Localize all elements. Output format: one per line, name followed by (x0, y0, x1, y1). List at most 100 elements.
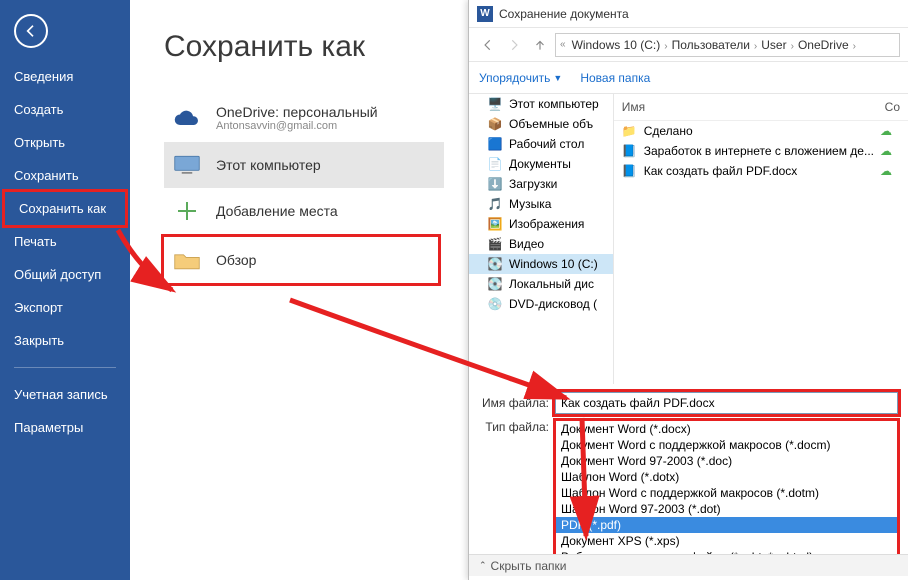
sidebar-footer-0[interactable]: Учетная запись (0, 378, 130, 411)
tree-label: DVD-дисковод ( (509, 297, 597, 311)
save-dialog: W Сохранение документа « Windows 10 (C:)… (468, 0, 908, 580)
tree-label: Объемные объ (509, 117, 593, 131)
tree-label: Музыка (509, 197, 551, 211)
location-folder[interactable]: Обзор (161, 234, 441, 286)
file-name: Сделано (644, 124, 874, 138)
location-label: Этот компьютер (216, 157, 321, 173)
nav-back-button[interactable] (477, 34, 499, 56)
tree-item[interactable]: 💿 DVD-дисковод ( (469, 294, 613, 314)
pc-icon (172, 152, 202, 178)
location-plus[interactable]: Добавление места (164, 188, 444, 234)
tree-label: Видео (509, 237, 544, 251)
filetype-option[interactable]: Документ Word (*.docx) (556, 421, 897, 437)
cloud-icon (172, 105, 202, 131)
tree-item[interactable]: 🟦 Рабочий стол (469, 134, 613, 154)
tree-item[interactable]: 🖼️ Изображения (469, 214, 613, 234)
hide-folders-button[interactable]: ⌃ Скрыть папки (479, 559, 566, 573)
filetype-option[interactable]: Документ Word 97-2003 (*.doc) (556, 453, 897, 469)
back-button[interactable] (14, 14, 48, 48)
file-row[interactable]: 📁Сделано☁ (614, 121, 908, 141)
breadcrumb-seg[interactable]: Windows 10 (C:) (568, 38, 665, 52)
dialog-bottom-bar: ⌃ Скрыть папки (469, 554, 908, 576)
3d-icon: 📦 (487, 117, 503, 131)
location-pc[interactable]: Этот компьютер (164, 142, 444, 188)
sidebar-item-4[interactable]: Сохранить как (2, 189, 128, 228)
tree-label: Загрузки (509, 177, 557, 191)
file-row[interactable]: 📘Заработок в интернете с вложением де...… (614, 141, 908, 161)
sidebar-item-3[interactable]: Сохранить (0, 159, 130, 192)
download-icon: ⬇️ (487, 177, 503, 191)
tree-item[interactable]: ⬇️ Загрузки (469, 174, 613, 194)
sync-icon: ☁ (880, 144, 900, 158)
tree-item[interactable]: 🎬Видео (469, 234, 613, 254)
location-cloud[interactable]: OneDrive: персональныйAntonsavvin@gmail.… (164, 94, 444, 142)
sidebar-item-0[interactable]: Сведения (0, 60, 130, 93)
sidebar-item-6[interactable]: Общий доступ (0, 258, 130, 291)
breadcrumb-seg[interactable]: Пользователи (668, 38, 754, 52)
breadcrumb-seg[interactable]: User (757, 38, 790, 52)
tree-label: Рабочий стол (509, 137, 584, 151)
file-row[interactable]: 📘Как создать файл PDF.docx☁ (614, 161, 908, 181)
folder-icon (172, 247, 202, 273)
sidebar-item-7[interactable]: Экспорт (0, 291, 130, 324)
sidebar-item-8[interactable]: Закрыть (0, 324, 130, 357)
word-icon: W (477, 6, 493, 22)
filetype-label: Тип файла: (479, 420, 549, 434)
nav-fwd-button[interactable] (503, 34, 525, 56)
dialog-title: Сохранение документа (499, 7, 629, 21)
dialog-navbar: « Windows 10 (C:)›Пользователи›User›OneD… (469, 28, 908, 62)
music-icon: 🎵 (487, 197, 503, 211)
pics-icon: 🖼️ (487, 217, 503, 231)
filetype-option[interactable]: PDF (*.pdf) (556, 517, 897, 533)
tree-item[interactable]: 🖥️Этот компьютер (469, 94, 613, 114)
sidebar-item-2[interactable]: Открыть (0, 126, 130, 159)
docs-icon: 📄 (487, 157, 503, 171)
desktop-icon: 🟦 (487, 137, 503, 151)
tree-label: Документы (509, 157, 571, 171)
sidebar-item-5[interactable]: Печать (0, 225, 130, 258)
tree-label: Windows 10 (C:) (509, 257, 598, 271)
dialog-titlebar: W Сохранение документа (469, 0, 908, 28)
dvd-icon: 💿 (487, 297, 503, 311)
file-list-header: Имя Со (614, 94, 908, 121)
location-sub: Antonsavvin@gmail.com (216, 120, 378, 132)
file-icon: 📘 (622, 164, 638, 178)
tree-item[interactable]: 📄 Документы (469, 154, 613, 174)
tree-label: Изображения (509, 217, 584, 231)
folder-tree[interactable]: 🖥️Этот компьютер 📦 Объемные объ 🟦 Рабочий ст… (469, 94, 614, 384)
plus-icon (172, 198, 202, 224)
newfolder-button[interactable]: Новая папка (580, 71, 650, 85)
file-list[interactable]: Имя Со 📁Сделано☁📘Заработок в интернете с… (614, 94, 908, 384)
dialog-toolbar: Упорядочить ▼ Новая папка (469, 62, 908, 94)
tree-label: Локальный дис (509, 277, 594, 291)
filetype-dropdown[interactable]: Документ Word (*.docx)Документ Word с по… (555, 420, 898, 566)
filetype-option[interactable]: Шаблон Word 97-2003 (*.dot) (556, 501, 897, 517)
location-label: OneDrive: персональный (216, 104, 378, 120)
tree-item[interactable]: 🎵 Музыка (469, 194, 613, 214)
page-title: Сохранить как (164, 30, 470, 64)
file-name: Как создать файл PDF.docx (644, 164, 874, 178)
organize-button[interactable]: Упорядочить ▼ (479, 71, 562, 85)
disk-icon: 💽 (487, 257, 503, 271)
sidebar-item-1[interactable]: Создать (0, 93, 130, 126)
breadcrumb-bar[interactable]: « Windows 10 (C:)›Пользователи›User›OneD… (555, 33, 900, 57)
location-label: Обзор (216, 252, 256, 268)
nav-up-button[interactable] (529, 34, 551, 56)
filename-label: Имя файла: (479, 396, 549, 410)
sidebar-footer-1[interactable]: Параметры (0, 411, 130, 444)
filetype-option[interactable]: Шаблон Word с поддержкой макросов (*.dot… (556, 485, 897, 501)
filetype-option[interactable]: Шаблон Word (*.dotx) (556, 469, 897, 485)
breadcrumb-seg[interactable]: OneDrive (794, 38, 853, 52)
tree-item[interactable]: 📦 Объемные объ (469, 114, 613, 134)
tree-item[interactable]: 💽Локальный дис (469, 274, 613, 294)
save-as-panel: Сохранить как OneDrive: персональныйAnto… (130, 0, 470, 580)
tree-item[interactable]: 💽 Windows 10 (C:) (469, 254, 613, 274)
filetype-option[interactable]: Документ Word с поддержкой макросов (*.d… (556, 437, 897, 453)
file-icon: 📁 (622, 124, 638, 138)
file-name: Заработок в интернете с вложением де... (644, 144, 874, 158)
location-label: Добавление места (216, 203, 338, 219)
filetype-option[interactable]: Документ XPS (*.xps) (556, 533, 897, 549)
backstage-sidebar: СведенияСоздатьОткрытьСохранитьСохранить… (0, 0, 130, 580)
filename-input[interactable] (555, 392, 898, 414)
pc-icon: 🖥️ (487, 97, 503, 111)
